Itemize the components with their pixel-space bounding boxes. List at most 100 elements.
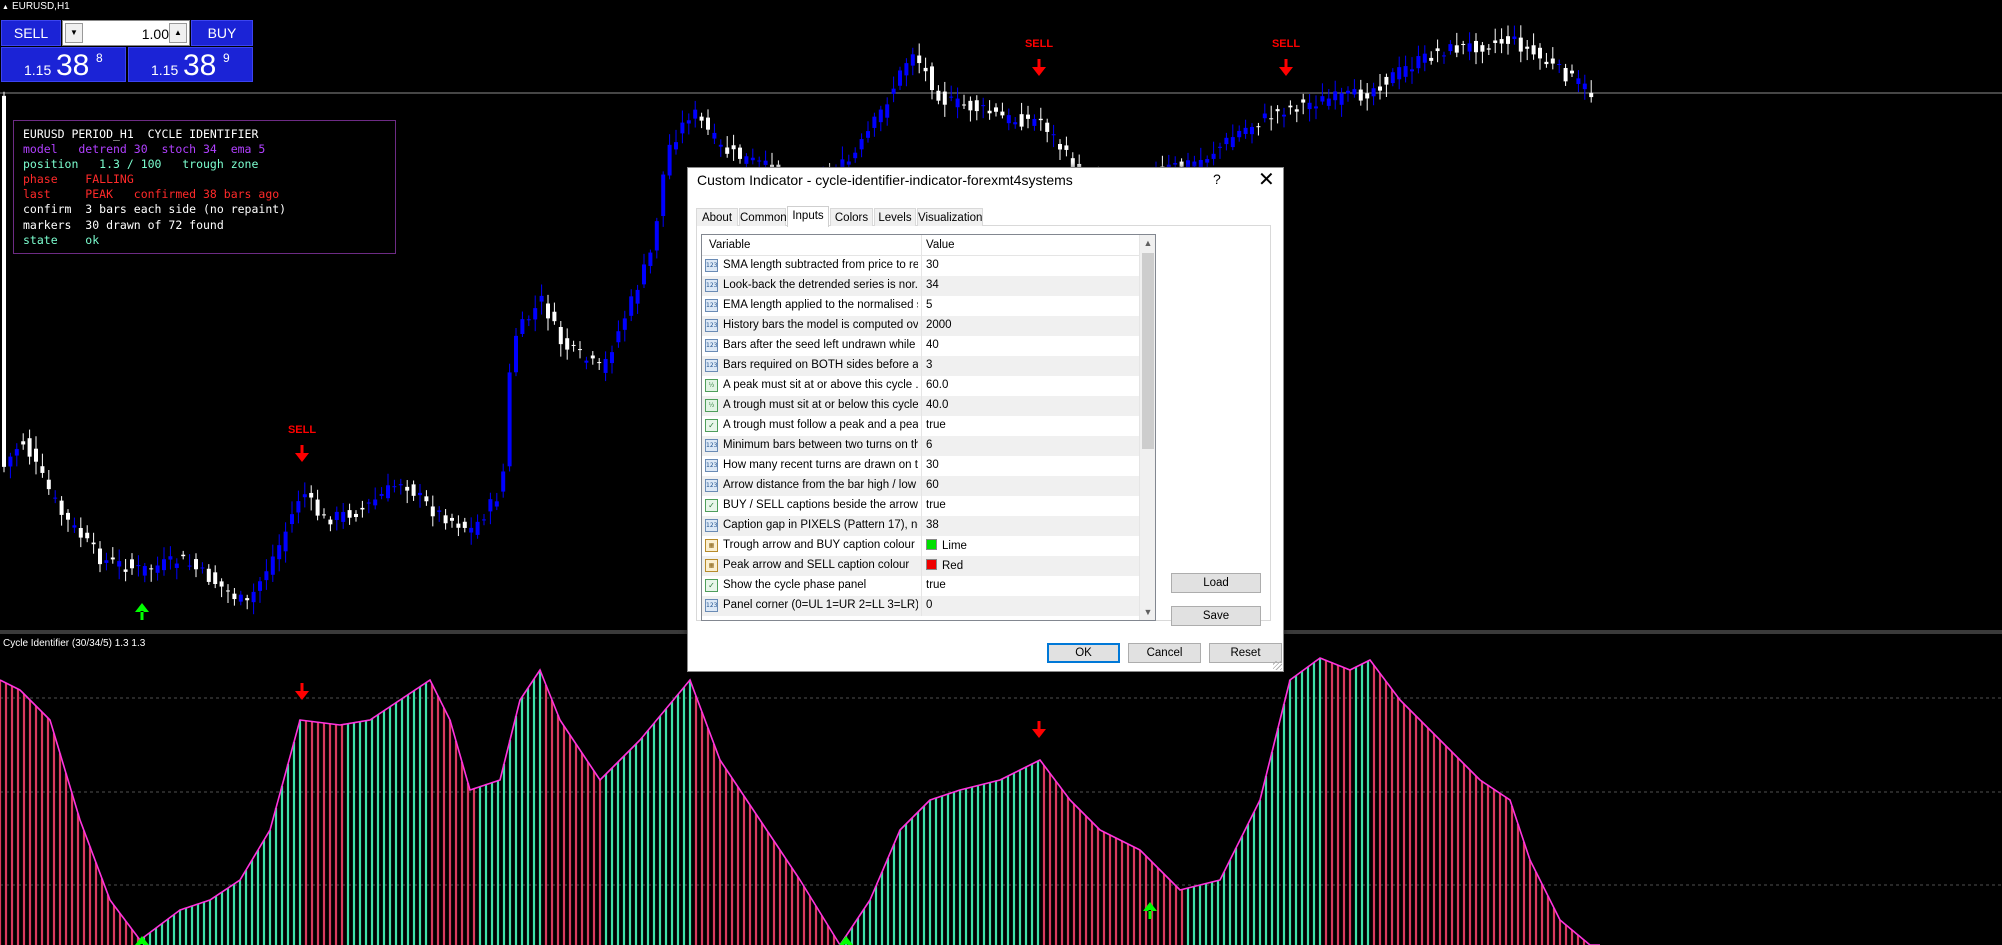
help-button[interactable]: ?: [1213, 171, 1221, 187]
int-type-icon: 123: [705, 439, 718, 452]
candle-body: [1378, 86, 1382, 91]
lot-size-input[interactable]: [85, 23, 171, 45]
candle-body: [629, 296, 634, 316]
lot-increase-button[interactable]: ▲: [169, 23, 187, 43]
candle-body: [910, 54, 915, 66]
candle-body: [59, 500, 64, 515]
input-row[interactable]: ✓ BUY / SELL captions beside the arrows tr…: [702, 496, 1139, 516]
buy-button[interactable]: BUY: [191, 20, 253, 46]
input-value-text: 6: [926, 439, 933, 451]
input-row[interactable]: 123 Minimum bars between two turns on th.…: [702, 436, 1139, 456]
candle-body: [635, 289, 640, 304]
input-row[interactable]: 123 How many recent turns are drawn on t.…: [702, 456, 1139, 476]
collapse-triangle-icon[interactable]: ▲: [2, 4, 9, 11]
candle-body: [949, 96, 954, 98]
input-row[interactable]: ✓ Show the cycle phase panel true: [702, 576, 1139, 596]
save-button[interactable]: Save: [1171, 606, 1261, 626]
candle-body: [1250, 127, 1254, 135]
scroll-thumb[interactable]: [1142, 253, 1154, 449]
lot-decrease-button[interactable]: ▼: [65, 23, 83, 43]
input-row[interactable]: ▦ Peak arrow and SELL caption colour Red: [702, 556, 1139, 576]
candle-body: [1301, 99, 1306, 103]
candle-body: [1326, 98, 1331, 106]
reset-button[interactable]: Reset: [1209, 643, 1282, 663]
input-value[interactable]: 60: [926, 479, 939, 491]
input-value-text: 5: [926, 299, 933, 311]
candle-body: [392, 486, 397, 488]
candle-body: [1550, 58, 1555, 64]
input-value[interactable]: 30: [926, 459, 939, 471]
candle-body: [1282, 114, 1286, 117]
input-value[interactable]: Lime: [926, 539, 967, 552]
input-row[interactable]: 123 Bars required on BOTH sides before a …: [702, 356, 1139, 376]
tab-colors[interactable]: Colors: [830, 208, 873, 226]
resize-grip-icon[interactable]: [1273, 661, 1282, 670]
grid-scrollbar[interactable]: ▲ ▼: [1139, 235, 1155, 620]
input-value[interactable]: 3: [926, 359, 932, 371]
input-row[interactable]: ▦ Trough arrow and BUY caption colour Lime: [702, 536, 1139, 556]
scroll-down-icon[interactable]: ▼: [1140, 604, 1155, 620]
ok-button[interactable]: OK: [1047, 643, 1120, 663]
tab-levels[interactable]: Levels: [874, 208, 916, 226]
input-row[interactable]: 123 Look-back the detrended series is nor…: [702, 276, 1139, 296]
input-value-text: true: [926, 499, 946, 511]
candle-body: [21, 441, 26, 445]
input-variable-name: Peak arrow and SELL caption colour: [723, 559, 910, 571]
candle-body: [654, 221, 659, 251]
double-type-icon: ½: [705, 379, 718, 392]
sell-button[interactable]: SELL: [1, 20, 61, 46]
input-value[interactable]: true: [926, 499, 946, 511]
tab-common[interactable]: Common: [739, 208, 787, 226]
input-value[interactable]: 6: [926, 439, 932, 451]
candle-body: [1416, 56, 1421, 69]
candle-body: [1435, 48, 1440, 52]
tab-inputs[interactable]: Inputs: [787, 206, 829, 227]
sell-price-quote[interactable]: 1.15 38 8: [1, 47, 126, 82]
input-value[interactable]: true: [926, 579, 946, 591]
input-row[interactable]: 123 SMA length subtracted from price to r…: [702, 256, 1139, 276]
input-value[interactable]: 2000: [926, 319, 952, 331]
input-value[interactable]: 38: [926, 519, 939, 531]
input-row[interactable]: 123 EMA length applied to the normalised …: [702, 296, 1139, 316]
input-value[interactable]: 0: [926, 599, 932, 611]
input-value[interactable]: 5: [926, 299, 932, 311]
input-value[interactable]: 40.0: [926, 399, 948, 411]
candle-body: [379, 493, 384, 496]
input-row[interactable]: 123 History bars the model is computed ov…: [702, 316, 1139, 336]
column-header-variable[interactable]: Variable: [709, 239, 750, 251]
candle-body: [622, 318, 627, 330]
input-value[interactable]: 40: [926, 339, 939, 351]
column-header-value[interactable]: Value: [926, 239, 955, 251]
input-row[interactable]: ½ A trough must sit at or below this cycl…: [702, 396, 1139, 416]
input-value[interactable]: 30: [926, 259, 939, 271]
candle-body: [1173, 162, 1178, 165]
input-row[interactable]: ½ A peak must sit at or above this cycle …: [702, 376, 1139, 396]
close-icon[interactable]: ✕: [1258, 167, 1275, 192]
tab-visualization[interactable]: Visualization: [917, 208, 983, 226]
tab-about[interactable]: About: [696, 208, 738, 226]
input-row[interactable]: ✓ A trough must follow a peak and a pea..…: [702, 416, 1139, 436]
input-variable-name: Look-back the detrended series is nor...: [723, 279, 918, 291]
input-value[interactable]: true: [926, 419, 946, 431]
load-button[interactable]: Load: [1171, 573, 1261, 593]
input-value[interactable]: 34: [926, 279, 939, 291]
cancel-button[interactable]: Cancel: [1128, 643, 1201, 663]
buy-price-quote[interactable]: 1.15 38 9: [128, 47, 253, 82]
int-type-icon: 123: [705, 599, 718, 612]
candle-body: [155, 565, 160, 573]
one-click-trading-panel: SELL ▼ ▲ BUY 1.15 38 8 1.15 38 9: [1, 20, 253, 82]
int-type-icon: 123: [705, 299, 718, 312]
info-line: EURUSD PERIOD_H1 CYCLE IDENTIFIER: [23, 127, 259, 141]
scroll-up-icon[interactable]: ▲: [1140, 235, 1155, 251]
input-variable-name: A trough must follow a peak and a pea...: [723, 419, 918, 431]
input-row[interactable]: 123 Panel corner (0=UL 1=UR 2=LL 3=LR) 0: [702, 596, 1139, 616]
input-value[interactable]: Red: [926, 559, 963, 572]
input-variable-name: Bars after the seed left undrawn while t…: [723, 339, 918, 351]
input-row[interactable]: 123 Caption gap in PIXELS (Pattern 17), n…: [702, 516, 1139, 536]
candle-body: [981, 105, 986, 107]
input-row[interactable]: 123 Bars after the seed left undrawn whil…: [702, 336, 1139, 356]
info-line: phase FALLING: [23, 172, 134, 187]
candle-body: [968, 100, 973, 111]
input-value[interactable]: 60.0: [926, 379, 948, 391]
input-row[interactable]: 123 Arrow distance from the bar high / lo…: [702, 476, 1139, 496]
